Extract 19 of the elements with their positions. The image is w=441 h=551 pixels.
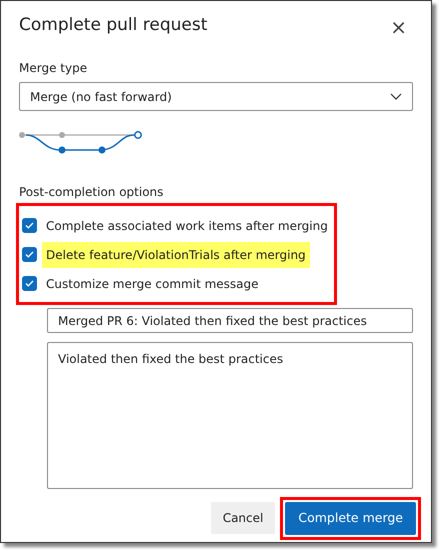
checkbox[interactable] (22, 218, 37, 233)
cancel-button[interactable]: Cancel (210, 502, 276, 534)
checkmark-icon (25, 280, 34, 287)
commit-title-field[interactable]: Merged PR 6: Violated then fixed the best practices (47, 308, 413, 333)
checkbox-label: Delete feature/ViolationTrials after merging (42, 242, 310, 268)
field-label: Merge type (19, 60, 88, 77)
checkbox[interactable] (22, 276, 37, 291)
checkbox[interactable] (22, 247, 37, 262)
checkmark-icon (25, 222, 34, 229)
chevron-down-icon (390, 93, 402, 100)
checkbox-label: Complete associated work items after merging (46, 218, 328, 234)
dialog-title: Complete pull request (19, 15, 208, 36)
close-button[interactable]: × (384, 17, 413, 37)
checkmark-icon (25, 251, 34, 258)
field-label: Post-completion options (19, 184, 164, 201)
merge-type-dropdown[interactable]: Merge (no fast forward) (19, 82, 413, 111)
commit-message-field[interactable]: Violated then fixed the best practices (47, 342, 413, 489)
checkbox-label: Customize merge commit message (46, 276, 259, 292)
complete-merge-button[interactable]: Complete merge (285, 502, 416, 535)
